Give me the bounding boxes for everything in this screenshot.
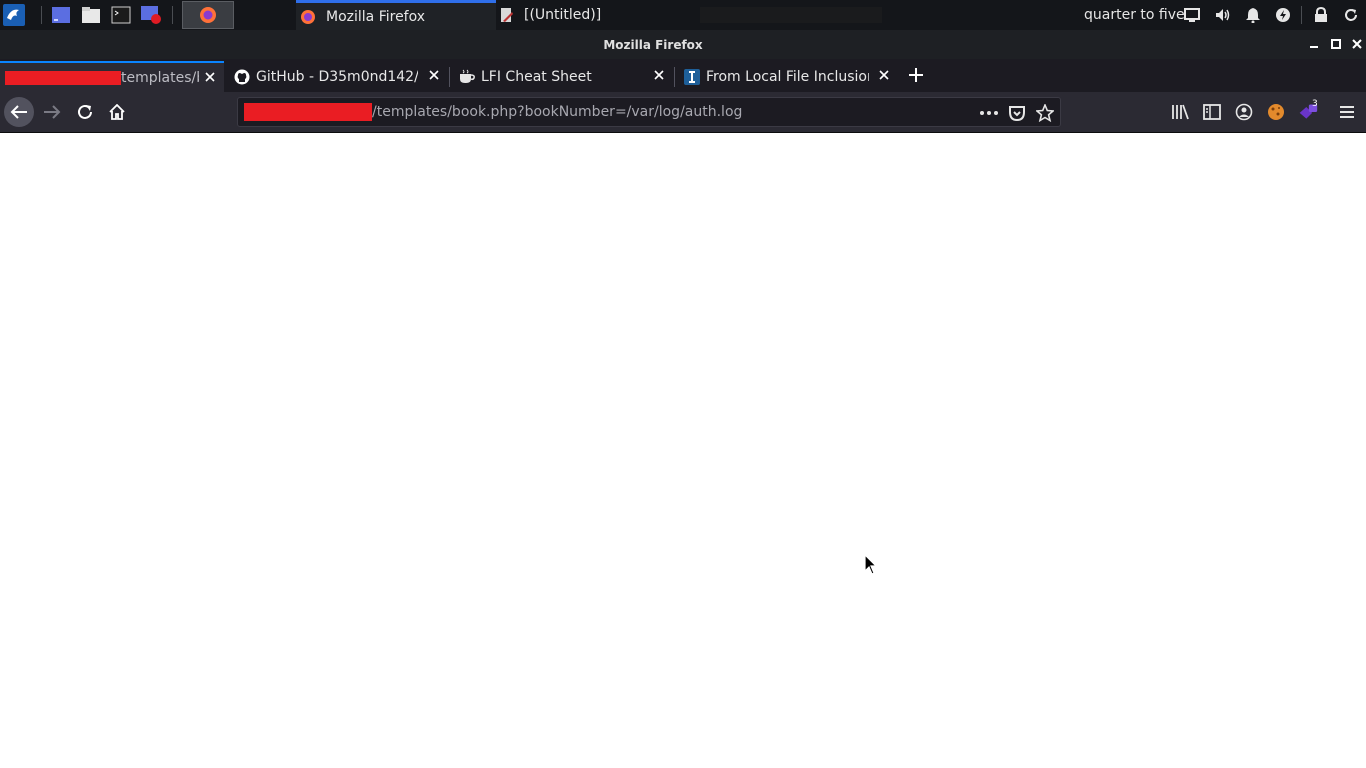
tab-close-icon[interactable] xyxy=(651,67,667,83)
terminal-icon[interactable] xyxy=(110,4,132,26)
redacted-area xyxy=(700,7,882,23)
bookmark-star-icon[interactable] xyxy=(1036,104,1054,122)
hamburger-menu-icon[interactable] xyxy=(1337,102,1357,122)
home-icon xyxy=(109,104,125,120)
power-manager-icon[interactable] xyxy=(1274,6,1292,24)
tab-github[interactable]: GitHub - D35m0nd142/L xyxy=(226,61,448,92)
panel-separator xyxy=(41,6,42,24)
tab-separator xyxy=(674,67,675,87)
tab-lfi-cheat-sheet[interactable]: LFI Cheat Sheet xyxy=(451,61,673,92)
reload-button[interactable] xyxy=(70,97,100,127)
minimize-icon[interactable] xyxy=(1307,37,1321,51)
redacted-host xyxy=(5,70,121,85)
panel-separator xyxy=(1301,6,1302,24)
home-button[interactable] xyxy=(102,97,132,127)
tab-label: From Local File Inclusion xyxy=(706,68,869,85)
bell-icon[interactable] xyxy=(1244,6,1262,24)
new-tab-button[interactable] xyxy=(901,60,931,90)
firefox-icon xyxy=(301,9,315,24)
pocket-icon[interactable] xyxy=(1008,104,1026,122)
account-icon[interactable] xyxy=(1234,102,1254,122)
coffee-cup-icon xyxy=(460,69,475,83)
tab-close-icon[interactable] xyxy=(426,67,442,83)
address-bar[interactable]: /templates/book.php?bookNumber=/var/log/… xyxy=(237,97,1061,127)
tab-from-lfi[interactable]: From Local File Inclusion xyxy=(676,61,898,92)
extension-icon[interactable]: 3 xyxy=(1298,99,1318,122)
screen-recorder-icon[interactable] xyxy=(140,4,162,26)
library-icon[interactable] xyxy=(1170,102,1190,122)
i-letter-icon xyxy=(684,68,700,85)
forward-arrow-icon xyxy=(44,105,61,119)
window-titlebar[interactable]: Mozilla Firefox xyxy=(0,30,1366,59)
back-arrow-icon xyxy=(10,105,27,119)
refresh-icon[interactable] xyxy=(1342,6,1360,24)
file-manager-icon[interactable] xyxy=(80,4,102,26)
kali-menu-icon[interactable] xyxy=(3,4,25,26)
tab-close-icon[interactable] xyxy=(876,67,892,83)
maximize-icon[interactable] xyxy=(1329,37,1343,51)
clock[interactable]: quarter to five xyxy=(1084,7,1185,23)
window-title: Mozilla Firefox xyxy=(603,38,703,52)
top-panel: Mozilla Firefox [(Untitled)] quarter to … xyxy=(0,0,1366,30)
cookie-extension-icon[interactable] xyxy=(1266,102,1286,122)
reload-icon xyxy=(78,104,92,119)
plus-icon xyxy=(909,68,923,82)
display-icon[interactable] xyxy=(1183,6,1201,24)
extension-badge: 3 xyxy=(1312,99,1318,109)
tab-strip: templates/b GitHub - D35m0nd142/L LFI Ch… xyxy=(0,59,1366,92)
tab-label: templates/b xyxy=(121,69,199,86)
sidebar-icon[interactable] xyxy=(1202,102,1222,122)
text-editor-icon xyxy=(501,8,513,22)
taskbar-item-label: [(Untitled)] xyxy=(524,7,602,23)
tab-label: GitHub - D35m0nd142/L xyxy=(256,68,418,85)
url-text: /templates/book.php?bookNumber=/var/log/… xyxy=(372,104,743,120)
tab-close-icon[interactable] xyxy=(202,69,218,85)
redacted-host xyxy=(244,103,372,121)
firefox-launcher[interactable] xyxy=(182,1,234,29)
lock-icon[interactable] xyxy=(1312,6,1330,24)
volume-icon[interactable] xyxy=(1214,6,1232,24)
close-window-icon[interactable] xyxy=(1350,37,1364,51)
firefox-icon xyxy=(200,7,216,23)
tab-separator xyxy=(449,67,450,87)
taskbar-item-editor[interactable]: [(Untitled)] xyxy=(500,0,690,30)
tab-current-page[interactable]: templates/b xyxy=(0,61,224,92)
show-desktop-icon[interactable] xyxy=(50,4,72,26)
forward-button[interactable] xyxy=(37,97,67,127)
navigation-toolbar: /templates/book.php?bookNumber=/var/log/… xyxy=(0,92,1366,133)
panel-separator xyxy=(172,6,173,24)
back-button[interactable] xyxy=(4,97,34,127)
mouse-cursor-icon xyxy=(864,553,878,580)
page-actions-icon[interactable] xyxy=(980,104,998,122)
github-icon xyxy=(234,69,250,84)
taskbar-item-firefox[interactable]: Mozilla Firefox xyxy=(296,0,496,30)
taskbar-item-label: Mozilla Firefox xyxy=(326,8,426,25)
page-content[interactable] xyxy=(0,133,1366,768)
tab-label: LFI Cheat Sheet xyxy=(481,68,592,85)
